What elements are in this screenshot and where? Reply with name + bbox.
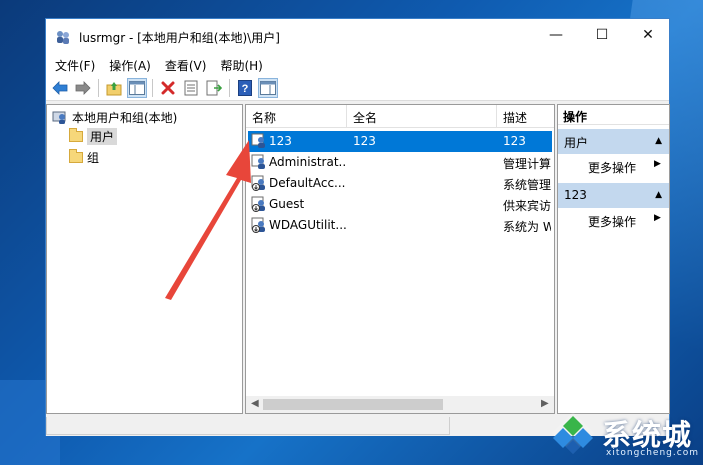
annotation-arrow (165, 140, 251, 300)
xitongcheng-logo-icon (552, 412, 594, 454)
annotation-arrow-shape (165, 140, 251, 300)
watermark-url: xitongcheng.com (606, 448, 699, 458)
watermark: 系统城 xitongcheng.com (548, 408, 703, 465)
